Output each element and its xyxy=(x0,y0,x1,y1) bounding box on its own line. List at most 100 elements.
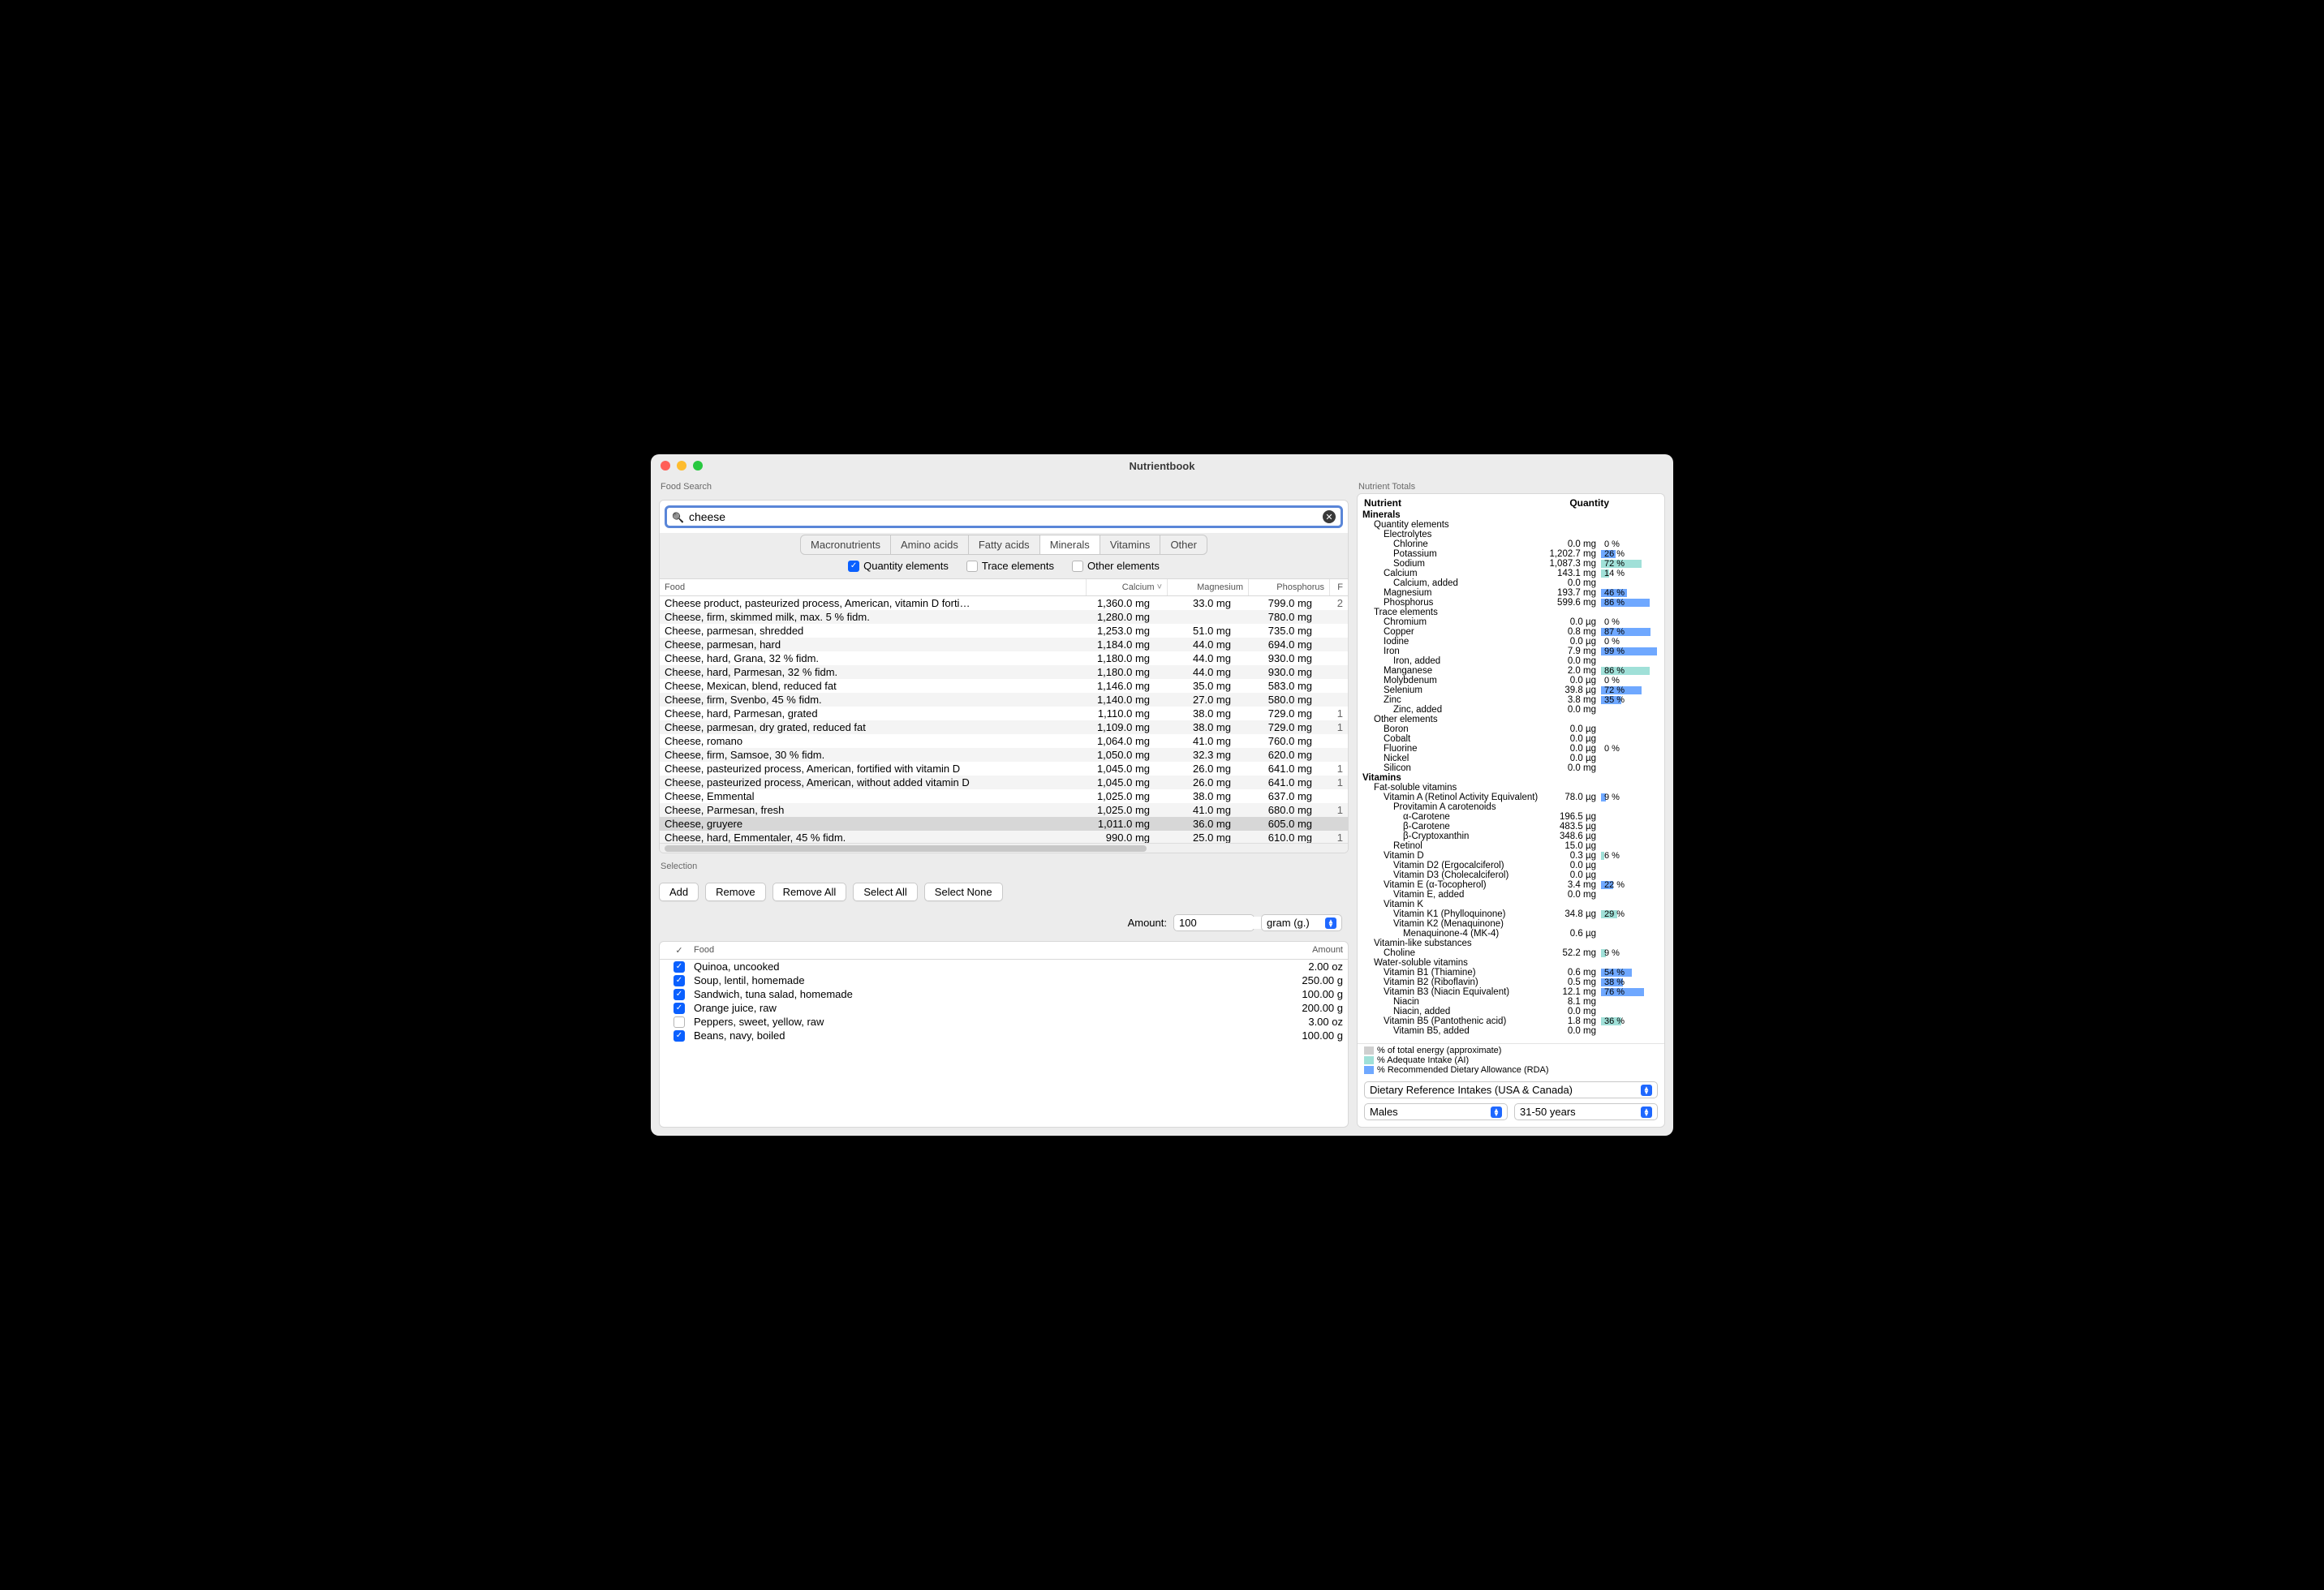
table-row[interactable]: Cheese, hard, Grana, 32 % fidm.1,180.0 m… xyxy=(660,651,1348,665)
nutrient-row: Vitamin D2 (Ergocalciferol)0.0 µg xyxy=(1362,861,1658,870)
table-row[interactable]: Cheese, romano1,064.0 mg41.0 mg760.0 mg xyxy=(660,734,1348,748)
col-extra[interactable]: F xyxy=(1330,579,1348,595)
nutrient-row: Iodine0.0 µg0 % xyxy=(1362,637,1658,647)
nutrient-row: Silicon0.0 mg xyxy=(1362,763,1658,773)
col-phosphorus[interactable]: Phosphorus xyxy=(1249,579,1330,595)
food-table-header: Food Calcium Magnesium Phosphorus F xyxy=(660,579,1348,596)
col-food[interactable]: Food xyxy=(660,579,1087,595)
table-row[interactable]: Cheese, pasteurized process, American, f… xyxy=(660,762,1348,776)
sel-col-amount[interactable]: Amount xyxy=(1262,945,1343,956)
tab-amino-acids[interactable]: Amino acids xyxy=(891,535,969,554)
nutrient-row: Niacin8.1 mg xyxy=(1362,997,1658,1007)
table-row[interactable]: Cheese, hard, Parmesan, 32 % fidm.1,180.… xyxy=(660,665,1348,679)
table-row[interactable]: Cheese, firm, Samsoe, 30 % fidm.1,050.0 … xyxy=(660,748,1348,762)
nutrient-row: Niacin, added0.0 mg xyxy=(1362,1007,1658,1016)
list-item[interactable]: Peppers, sweet, yellow, raw3.00 oz xyxy=(660,1015,1348,1029)
clear-icon[interactable]: ✕ xyxy=(1323,510,1336,523)
checkbox-icon[interactable] xyxy=(674,1016,685,1028)
nutrient-row: Sodium1,087.3 mg72 % xyxy=(1362,559,1658,569)
amount-stepper[interactable]: ▲▼ xyxy=(1173,914,1255,931)
remove-button[interactable]: Remove xyxy=(705,883,765,901)
table-row[interactable]: Cheese, hard, Emmentaler, 45 % fidm.990.… xyxy=(660,831,1348,843)
list-item[interactable]: Quinoa, uncooked2.00 oz xyxy=(660,960,1348,973)
titlebar: Nutrientbook xyxy=(651,454,1673,477)
table-row[interactable]: Cheese, hard, Parmesan, grated1,110.0 mg… xyxy=(660,707,1348,720)
tab-vitamins[interactable]: Vitamins xyxy=(1100,535,1161,554)
age-select[interactable]: 31-50 years ▲▼ xyxy=(1514,1103,1658,1120)
table-row[interactable]: Cheese, pasteurized process, American, w… xyxy=(660,776,1348,789)
nut-col-nutrient: Nutrient xyxy=(1364,497,1401,509)
nutrient-row: Boron0.0 µg xyxy=(1362,724,1658,734)
search-input-container[interactable]: ✕ xyxy=(665,505,1343,528)
nutrient-row: Potassium1,202.7 mg26 % xyxy=(1362,549,1658,559)
table-row[interactable]: Cheese, firm, skimmed milk, max. 5 % fid… xyxy=(660,610,1348,624)
sex-select[interactable]: Males ▲▼ xyxy=(1364,1103,1508,1120)
list-item[interactable]: Orange juice, raw200.00 g xyxy=(660,1001,1348,1015)
nutrient-row: Vitamins xyxy=(1362,773,1658,783)
nutrient-row: Vitamin K1 (Phylloquinone)34.8 µg29 % xyxy=(1362,909,1658,919)
nutrient-panel: Nutrient Quantity MineralsQuantity eleme… xyxy=(1357,493,1665,1128)
table-row[interactable]: Cheese product, pasteurized process, Ame… xyxy=(660,596,1348,610)
tab-macronutrients[interactable]: Macronutrients xyxy=(801,535,891,554)
search-input[interactable] xyxy=(689,510,1318,523)
table-row[interactable]: Cheese, parmesan, shredded1,253.0 mg51.0… xyxy=(660,624,1348,638)
nutrient-row: Fat-soluble vitamins xyxy=(1362,783,1658,793)
nutrient-row: Retinol15.0 µg xyxy=(1362,841,1658,851)
nutrient-row: Calcium143.1 mg14 % xyxy=(1362,569,1658,578)
nutrient-row: Calcium, added0.0 mg xyxy=(1362,578,1658,588)
nutrient-row: Quantity elements xyxy=(1362,520,1658,530)
dri-select[interactable]: Dietary Reference Intakes (USA & Canada)… xyxy=(1364,1081,1658,1098)
filter-other[interactable]: Other elements xyxy=(1072,560,1160,572)
col-calcium[interactable]: Calcium xyxy=(1087,579,1168,595)
sel-col-check[interactable]: ✓ xyxy=(665,945,694,956)
checkbox-icon[interactable] xyxy=(674,1030,685,1042)
nutrient-list[interactable]: MineralsQuantity elementsElectrolytesChl… xyxy=(1358,510,1664,1043)
food-table-body[interactable]: Cheese product, pasteurized process, Ame… xyxy=(660,596,1348,843)
checkbox-icon[interactable] xyxy=(674,975,685,986)
unit-select[interactable]: gram (g.) ▲▼ xyxy=(1261,914,1342,931)
nutrient-row: Vitamin-like substances xyxy=(1362,939,1658,948)
table-row[interactable]: Cheese, parmesan, dry grated, reduced fa… xyxy=(660,720,1348,734)
chevron-updown-icon: ▲▼ xyxy=(1325,917,1336,929)
nutrient-row: Zinc3.8 mg35 % xyxy=(1362,695,1658,705)
table-row[interactable]: Cheese, parmesan, hard1,184.0 mg44.0 mg6… xyxy=(660,638,1348,651)
table-row[interactable]: Cheese, gruyere1,011.0 mg36.0 mg605.0 mg xyxy=(660,817,1348,831)
table-row[interactable]: Cheese, Emmental1,025.0 mg38.0 mg637.0 m… xyxy=(660,789,1348,803)
add-button[interactable]: Add xyxy=(659,883,699,901)
select-none-button[interactable]: Select None xyxy=(924,883,1003,901)
tab-minerals[interactable]: Minerals xyxy=(1040,535,1100,554)
checkbox-icon[interactable] xyxy=(674,1003,685,1014)
filter-quantity[interactable]: Quantity elements xyxy=(848,560,949,572)
nutrient-row: Chromium0.0 µg0 % xyxy=(1362,617,1658,627)
table-row[interactable]: Cheese, firm, Svenbo, 45 % fidm.1,140.0 … xyxy=(660,693,1348,707)
nutrient-row: β-Cryptoxanthin348.6 µg xyxy=(1362,832,1658,841)
remove-all-button[interactable]: Remove All xyxy=(773,883,847,901)
filter-trace[interactable]: Trace elements xyxy=(966,560,1054,572)
list-item[interactable]: Sandwich, tuna salad, homemade100.00 g xyxy=(660,987,1348,1001)
table-row[interactable]: Cheese, Parmesan, fresh1,025.0 mg41.0 mg… xyxy=(660,803,1348,817)
select-all-button[interactable]: Select All xyxy=(853,883,917,901)
chevron-updown-icon: ▲▼ xyxy=(1491,1107,1502,1118)
nutrient-row: Phosphorus599.6 mg86 % xyxy=(1362,598,1658,608)
nutrient-row: Magnesium193.7 mg46 % xyxy=(1362,588,1658,598)
nutrient-row: Selenium39.8 µg72 % xyxy=(1362,685,1658,695)
nutrient-row: Fluorine0.0 µg0 % xyxy=(1362,744,1658,754)
food-search-label: Food Search xyxy=(661,482,1349,492)
nutrient-row: β-Carotene483.5 µg xyxy=(1362,822,1658,832)
checkbox-icon[interactable] xyxy=(674,989,685,1000)
list-item[interactable]: Beans, navy, boiled100.00 g xyxy=(660,1029,1348,1042)
checkbox-icon[interactable] xyxy=(674,961,685,973)
nutrient-row: Menaquinone-4 (MK-4)0.6 µg xyxy=(1362,929,1658,939)
table-row[interactable]: Cheese, Mexican, blend, reduced fat1,146… xyxy=(660,679,1348,693)
horizontal-scrollbar[interactable] xyxy=(660,843,1348,853)
sel-col-food[interactable]: Food xyxy=(694,945,1262,956)
list-item[interactable]: Soup, lentil, homemade250.00 g xyxy=(660,973,1348,987)
tab-fatty-acids[interactable]: Fatty acids xyxy=(969,535,1040,554)
nutrient-row: Choline52.2 mg9 % xyxy=(1362,948,1658,958)
tab-other[interactable]: Other xyxy=(1160,535,1207,554)
col-magnesium[interactable]: Magnesium xyxy=(1168,579,1249,595)
chevron-updown-icon: ▲▼ xyxy=(1641,1107,1652,1118)
selection-toolbar: Add Remove Remove All Select All Select … xyxy=(659,879,1349,905)
nutrient-row: α-Carotene196.5 µg xyxy=(1362,812,1658,822)
nutrient-row: Zinc, added0.0 mg xyxy=(1362,705,1658,715)
